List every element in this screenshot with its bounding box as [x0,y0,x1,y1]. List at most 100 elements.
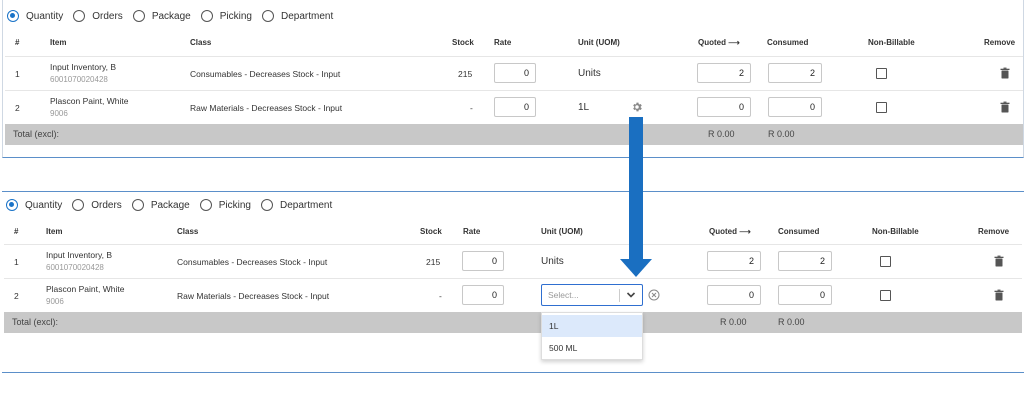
radio-quantity[interactable]: Quantity [6,199,62,211]
non-billable-checkbox[interactable] [876,68,887,79]
total-quoted: R 0.00 [708,129,735,139]
total-quoted: R 0.00 [720,317,747,327]
col-header-nonbillable: Non-Billable [872,227,919,236]
radio-label: Department [280,10,334,22]
non-billable-checkbox[interactable] [880,290,891,301]
col-header-item: Item [50,38,67,47]
radio-package[interactable]: Package [131,199,190,211]
item-name: Plascon Paint, White [50,96,129,106]
total-label: Total (excl): [13,129,60,139]
radio-icon [261,10,274,22]
non-billable-checkbox[interactable] [876,102,887,113]
radio-label: Quantity [26,10,64,22]
radio-label: Package [151,10,191,22]
radio-picking[interactable]: Picking [200,10,252,22]
radio-label: Quantity [25,199,63,211]
radio-label: Picking [219,10,252,22]
quoted-input[interactable]: 0 [697,97,751,117]
radio-department[interactable]: Department [261,10,334,22]
row-divider [5,90,1023,91]
trash-icon[interactable] [999,101,1011,113]
consumed-input[interactable]: 2 [768,63,822,83]
row-num: 2 [15,103,20,113]
row-num: 2 [14,291,19,301]
col-header-remove: Remove [984,38,1016,47]
item-code: 6001070020428 [46,263,104,272]
rate-input[interactable]: 0 [462,251,504,271]
line-items-panel-before: Quantity Orders Package Picking Departme… [2,0,1024,158]
unit-option-1l[interactable]: 1L [542,315,642,337]
radio-icon [73,10,86,22]
chevron-down-icon[interactable] [626,290,636,300]
consumed-input[interactable]: 0 [768,97,822,117]
unit-value: Units [541,256,564,267]
col-header-unit: Unit (UOM) [541,227,583,236]
quoted-input[interactable]: 2 [697,63,751,83]
total-bar: Total (excl): R 0.00 R 0.00 [4,312,1022,333]
unit-value: Units [578,68,601,79]
radio-label: Picking [218,199,251,211]
item-class: Consumables - Decreases Stock - Input [177,257,328,267]
col-header-consumed: Consumed [778,227,820,236]
row-num: 1 [15,69,20,79]
radio-orders[interactable]: Orders [73,10,123,22]
col-header-stock: Stock [420,227,442,236]
item-name: Plascon Paint, White [46,284,125,294]
trash-icon[interactable] [993,289,1005,301]
col-header-nonbillable: Non-Billable [868,38,915,47]
stock-value: 215 [458,69,473,79]
header-divider [4,244,1022,245]
gear-icon[interactable] [631,101,643,113]
radio-label: Package [150,199,190,211]
radio-label: Orders [92,10,123,22]
radio-package[interactable]: Package [132,10,191,22]
rate-input[interactable]: 0 [494,63,536,83]
stock-value: - [439,291,442,301]
select-separator [619,289,620,302]
consumed-input[interactable]: 2 [778,251,832,271]
item-code: 9006 [46,297,64,306]
item-class: Raw Materials - Decreases Stock - Input [190,103,343,113]
view-mode-radio-group: Quantity Orders Package Picking Departme… [7,10,343,22]
total-consumed: R 0.00 [778,317,805,327]
view-mode-radio-group: Quantity Orders Package Picking Departme… [6,199,342,211]
row-num: 1 [14,257,19,267]
consumed-input[interactable]: 0 [778,285,832,305]
unit-select[interactable]: Select... [541,284,643,306]
annotation-arrow-head [620,259,652,277]
radio-quantity[interactable]: Quantity [7,10,63,22]
line-items-panel-after: Quantity Orders Package Picking Departme… [2,191,1024,373]
quoted-input[interactable]: 0 [707,285,761,305]
radio-department[interactable]: Department [260,199,332,211]
item-class: Raw Materials - Decreases Stock - Input [177,291,330,301]
radio-picking[interactable]: Picking [199,199,251,211]
rate-input[interactable]: 0 [462,285,504,305]
quoted-input[interactable]: 2 [707,251,761,271]
clear-icon[interactable] [648,289,660,301]
radio-icon [200,10,213,22]
radio-icon [132,10,145,22]
stock-value: 215 [426,257,441,267]
col-header-unit: Unit (UOM) [578,38,620,47]
radio-orders[interactable]: Orders [72,199,122,211]
item-code: 9006 [50,109,68,118]
radio-label: Orders [91,199,122,211]
annotation-arrow-shaft [629,117,643,262]
col-header-stock: Stock [452,38,474,47]
radio-selected-icon [7,10,19,22]
trash-icon[interactable] [993,255,1005,267]
total-label: Total (excl): [12,317,59,327]
col-header-num: # [15,38,20,47]
total-consumed: R 0.00 [768,129,795,139]
row-divider [4,278,1022,279]
col-header-num: # [14,227,19,236]
col-header-rate: Rate [463,227,481,236]
trash-icon[interactable] [999,67,1011,79]
col-header-item: Item [46,227,63,236]
col-header-quoted: Quoted ⟶ [698,38,740,47]
unit-dropdown-menu: 1L 500 ML [541,312,643,360]
col-header-consumed: Consumed [767,38,809,47]
rate-input[interactable]: 0 [494,97,536,117]
non-billable-checkbox[interactable] [880,256,891,267]
unit-option-500ml[interactable]: 500 ML [542,337,642,359]
